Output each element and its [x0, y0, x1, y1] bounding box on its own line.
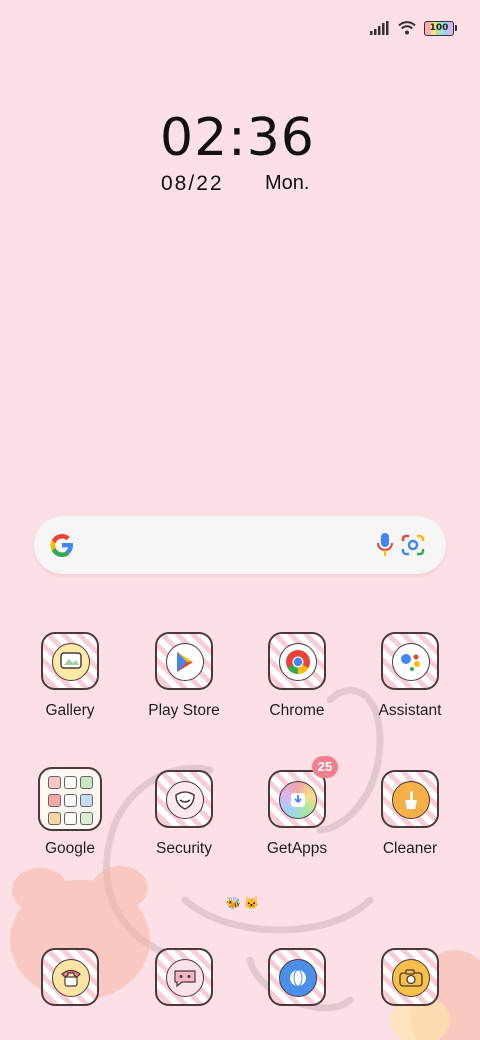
battery-level: 100: [429, 22, 449, 33]
status-bar: 100: [370, 18, 457, 38]
dock-phone[interactable]: [15, 948, 125, 1006]
gallery-icon[interactable]: [41, 632, 99, 690]
signal-icon: [370, 21, 389, 35]
app-security[interactable]: Security: [129, 770, 239, 858]
app-label: Cleaner: [382, 840, 438, 857]
voice-search-icon[interactable]: [376, 532, 394, 558]
messages-icon[interactable]: [155, 948, 213, 1006]
play-store-icon[interactable]: [155, 632, 213, 690]
camera-icon[interactable]: [381, 948, 439, 1006]
cleaner-icon[interactable]: [381, 770, 439, 828]
google-lens-icon[interactable]: [400, 533, 426, 557]
clock-time: 02:36: [160, 108, 315, 168]
security-icon[interactable]: [155, 770, 213, 828]
app-assistant[interactable]: Assistant: [355, 632, 465, 720]
notification-badge: 25: [312, 756, 338, 778]
browser-icon[interactable]: [268, 948, 326, 1006]
app-label: Play Store: [148, 702, 220, 719]
chrome-icon[interactable]: [268, 632, 326, 690]
app-label: GetApps: [266, 840, 328, 857]
google-search-bar[interactable]: [34, 516, 446, 574]
app-play-store[interactable]: Play Store: [129, 632, 239, 720]
dock-browser[interactable]: [242, 948, 352, 1006]
app-label: Assistant: [378, 702, 442, 719]
app-label: Gallery: [45, 702, 95, 719]
app-cleaner[interactable]: Cleaner: [355, 770, 465, 858]
app-label: Security: [156, 840, 212, 857]
app-label: Google: [45, 840, 95, 857]
dock-camera[interactable]: [355, 948, 465, 1006]
google-logo-icon[interactable]: [48, 531, 76, 559]
app-chrome[interactable]: Chrome: [242, 632, 352, 720]
folder-icon[interactable]: [38, 767, 102, 831]
app-getapps[interactable]: GetApps: [242, 770, 352, 858]
app-label: Chrome: [269, 702, 325, 719]
clock-day: Mon.: [265, 172, 310, 194]
getapps-icon[interactable]: [268, 770, 326, 828]
battery-icon: 100: [424, 20, 457, 36]
dock-messages[interactable]: [129, 948, 239, 1006]
clock-date: 08/22: [161, 172, 224, 195]
app-gallery[interactable]: Gallery: [15, 632, 125, 720]
page-indicator-icon: 🐝 🐱: [226, 896, 260, 910]
assistant-icon[interactable]: [381, 632, 439, 690]
phone-icon[interactable]: [41, 948, 99, 1006]
wifi-icon: [398, 21, 416, 35]
app-google-folder[interactable]: Google: [15, 767, 125, 858]
